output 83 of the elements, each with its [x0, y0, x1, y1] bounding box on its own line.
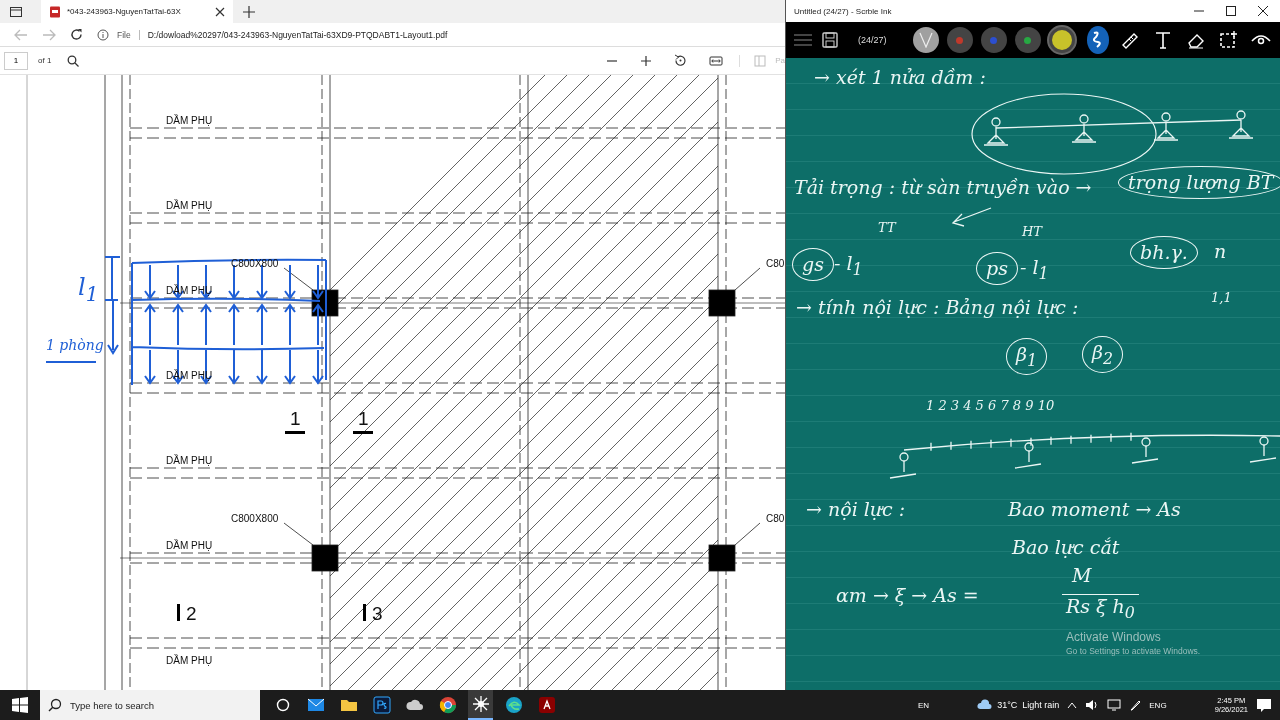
beam-label: DẦM PHỤ [166, 655, 213, 666]
handwritten-note: l$_{1}$ [78, 273, 99, 306]
column-label: C800X800 [231, 513, 279, 524]
page-counter: (24/27) [858, 35, 887, 45]
beam-label: DẦM PHỤ [166, 200, 213, 211]
section-mark-label: 1 [358, 408, 369, 429]
fit-page-icon[interactable] [709, 54, 724, 67]
column-label: C80 [766, 513, 785, 524]
handwritten-note: 1,1 [1211, 290, 1232, 306]
activation-title: Activate Windows [1066, 630, 1162, 644]
weather-text: 31°C Light rain [997, 700, 1060, 710]
section-underline [285, 431, 305, 434]
section-mark-label: 1 [290, 408, 301, 429]
pen-icon[interactable] [1129, 699, 1142, 711]
handwritten-note: - l$_{1}$ [834, 252, 863, 279]
beam-label: DẦM PHỤ [166, 455, 213, 466]
windows-logo-icon[interactable] [12, 697, 28, 713]
section-mark-label: 2 [186, 603, 197, 624]
speaker-icon[interactable] [1085, 699, 1100, 711]
handwritten-note: n [1214, 240, 1227, 263]
handwritten-note: - l$_{1}$ [1020, 256, 1049, 283]
handwritten-note: → xét 1 nửa dầm : [814, 66, 986, 89]
page-number-field[interactable]: 1 [4, 51, 28, 70]
new-tab-icon[interactable] [243, 5, 255, 18]
close-icon[interactable] [1258, 6, 1268, 16]
handwritten-note: 1 phòng [46, 337, 104, 353]
handwritten-note: Rs ξ h$_{0}$ [1062, 594, 1139, 622]
pdf-file-icon [49, 5, 61, 18]
save-icon[interactable] [822, 32, 838, 48]
handwritten-note: β$_{1}$ [1006, 338, 1048, 375]
taskbar-search-field[interactable]: Type here to search [70, 690, 260, 720]
page-view-icon [754, 54, 767, 67]
handwritten-note: HT [1022, 224, 1042, 240]
handwritten-note: Bao moment → As [1008, 498, 1181, 521]
letter-a-app-icon[interactable] [537, 696, 556, 714]
column-label: C800X800 [231, 258, 279, 269]
selection-icon [1218, 30, 1239, 50]
mail-icon[interactable] [306, 696, 325, 714]
weather-widget[interactable]: 31°C Light rain [977, 699, 1060, 711]
address-scheme: File [117, 29, 140, 40]
browser-tab[interactable]: *043-243963-NguyenTatTai-63X [41, 0, 233, 23]
beam-label: DẦM PHỤ [166, 115, 213, 126]
edge-browser-icon[interactable] [504, 696, 523, 714]
sun-app-icon[interactable] [471, 695, 490, 713]
ink-mode-button[interactable] [1086, 26, 1110, 54]
beam-label: DẦM PHỤ [166, 540, 213, 551]
network-icon[interactable] [1107, 699, 1122, 711]
keyboard-language[interactable]: ENG [1149, 700, 1167, 710]
section-bar [177, 604, 180, 621]
search-icon[interactable] [67, 54, 80, 67]
handwritten-note: αm → ξ → As = [836, 584, 979, 607]
photoshop-app-icon[interactable] [372, 696, 391, 714]
close-icon[interactable] [215, 6, 225, 17]
cloud-rain-icon [977, 699, 994, 711]
window-title: Untitled (24/27) - Scrble Ink [794, 6, 893, 16]
notification-icon[interactable] [1256, 697, 1272, 713]
zoom-in-icon[interactable] [640, 54, 653, 67]
handwritten-note: 1 2 3 4 5 6 7 8 9 10 [926, 398, 1055, 414]
input-language[interactable]: EN [918, 700, 930, 710]
column-label: C80 [766, 258, 785, 269]
highlighter-icon [918, 32, 933, 48]
section-bar [363, 604, 366, 621]
chrome-browser-icon[interactable] [438, 696, 457, 714]
reload-icon[interactable] [70, 28, 83, 41]
tab-actions-icon[interactable] [9, 4, 23, 19]
handwritten-note: Tải trọng : từ sàn truyền vào → [794, 176, 1092, 199]
address-bar[interactable]: File D:/dowload%20297/043-243963-NguyenTatTai-63XD9-PTQDABT1-Layout1.pdf [97, 22, 785, 47]
arrow-mark [951, 207, 992, 227]
page-count: of 1 [38, 56, 52, 65]
info-icon [97, 28, 109, 41]
handwritten-note: M [1072, 564, 1092, 587]
section-underline [353, 431, 373, 434]
handwritten-note: → nội lực : [806, 498, 906, 521]
caret-icon[interactable] [1067, 701, 1078, 709]
activation-subtitle: Go to Settings to activate Windows. [1066, 646, 1201, 656]
tab-title: *043-243963-NguyenTatTai-63X [67, 7, 182, 16]
maximize-icon[interactable] [1226, 6, 1236, 16]
rotate-icon[interactable] [674, 54, 688, 67]
handwritten-note: TT [878, 220, 896, 236]
handwritten-note: Bao lực cắt [1012, 536, 1120, 559]
handwritten-note: → tính nội lực : Bảng nội lực : [796, 296, 1079, 319]
handwritten-note: β$_{2}$ [1082, 336, 1124, 373]
address-url: D:/dowload%20297/043-243963-NguyenTatTai-63XD9-PTQDABT1-Layout1.pdf [147, 29, 448, 40]
